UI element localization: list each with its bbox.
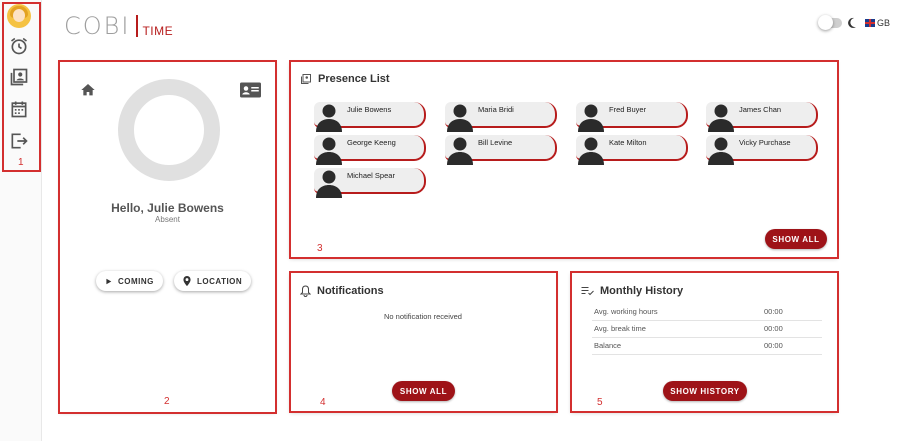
marker-5: 5 <box>597 397 603 408</box>
marker-3: 3 <box>317 243 323 254</box>
highlight-box-1 <box>2 2 41 172</box>
marker-2: 2 <box>164 396 170 407</box>
marker-4: 4 <box>320 397 326 408</box>
highlight-box-4 <box>289 271 558 413</box>
highlight-box-3 <box>289 60 839 259</box>
highlight-box-5 <box>570 271 839 413</box>
logo-main: COBI <box>64 12 131 40</box>
logo-sub: TIME <box>142 24 174 38</box>
language-selector[interactable]: GB <box>877 18 890 28</box>
marker-1: 1 <box>18 157 24 168</box>
highlight-box-2 <box>58 60 277 414</box>
dark-mode-toggle[interactable] <box>818 15 842 30</box>
moon-icon <box>848 17 856 28</box>
app-logo: COBI TIME <box>64 14 173 38</box>
uk-flag-icon[interactable] <box>865 19 875 27</box>
